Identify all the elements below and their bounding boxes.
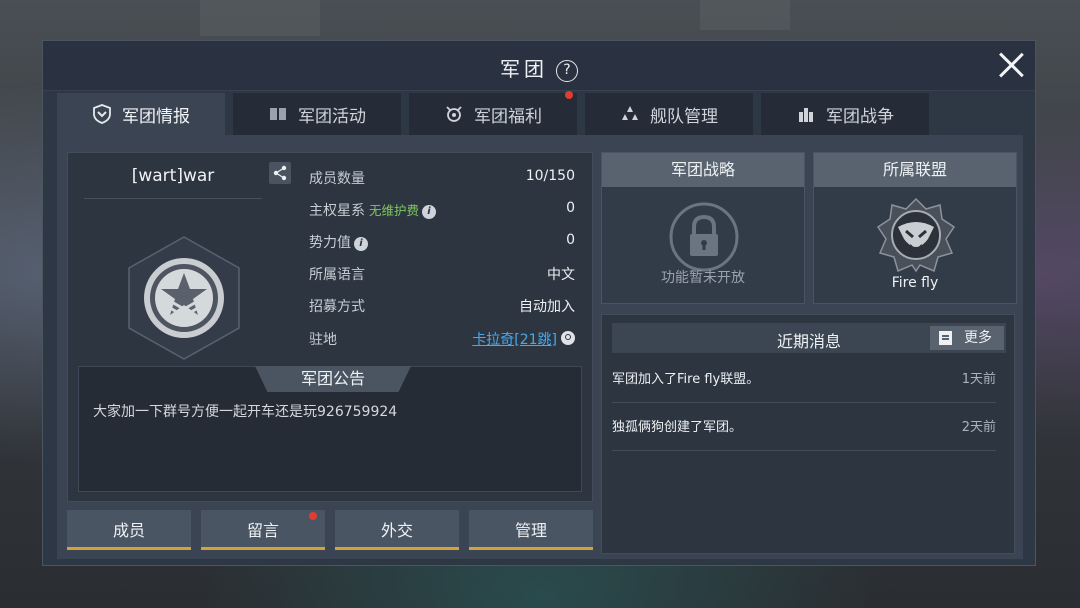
stat-members: 成员数量 10/150	[309, 168, 575, 190]
strategy-caption: 功能暂未开放	[661, 270, 745, 286]
share-icon[interactable]	[269, 162, 291, 184]
sovereign-count: 0	[566, 200, 575, 216]
stat-label: 成员数量	[309, 171, 365, 187]
language-value: 中文	[547, 267, 575, 283]
recruit-mode-value: 自动加入	[519, 299, 575, 315]
castle-icon	[796, 104, 816, 124]
info-icon[interactable]: i	[422, 205, 437, 219]
news-text: 独孤俩狗创建了军团。	[612, 420, 743, 435]
tab-label: 军团战争	[826, 106, 894, 127]
notice-title: 军团公告	[255, 366, 411, 392]
guild-window: 军团? 军团情报 军团活动 军团福利 舰队管理 军团战争 [wart]war 成…	[42, 40, 1036, 566]
recent-news-panel: 近期消息 更多 军团加入了Fire fly联盟。 1天前 独孤俩狗创建了军团。 …	[601, 314, 1015, 554]
base-location-link[interactable]: 卡拉奇[21跳]	[472, 332, 557, 348]
stat-label: 势力值 i	[309, 232, 368, 252]
manage-button[interactable]: 管理	[469, 510, 593, 550]
notification-badge	[309, 512, 317, 520]
location-icon[interactable]	[561, 331, 575, 345]
news-time: 1天前	[961, 372, 996, 387]
guild-emblem	[126, 235, 242, 361]
base-location: 卡拉奇[21跳]	[472, 329, 575, 349]
stat-label-text: 势力值	[309, 235, 351, 251]
button-label: 成员	[112, 520, 145, 540]
tab-label: 舰队管理	[650, 106, 718, 127]
strategy-title: 军团战略	[602, 153, 804, 187]
news-text: 军团加入了Fire fly联盟。	[612, 372, 760, 387]
tab-fleet-management[interactable]: 舰队管理	[585, 93, 753, 135]
stat-label: 驻地	[309, 332, 337, 348]
alliance-name: Fire fly	[891, 275, 939, 291]
guild-strategy-card[interactable]: 军团战略 功能暂未开放	[601, 152, 805, 304]
shield-icon	[92, 104, 112, 124]
guild-info-panel: [wart]war 成员数量 10/150 主权星系 无维护费 i 0 势力值 …	[67, 152, 593, 502]
info-icon[interactable]: i	[354, 237, 368, 251]
more-button[interactable]: 更多	[930, 326, 1004, 350]
guild-notice: 军团公告 大家加一下群号方便一起开车还是玩926759924	[78, 366, 582, 492]
member-count: 10/150	[525, 168, 575, 184]
question-icon[interactable]: ?	[556, 60, 578, 82]
tab-content: [wart]war 成员数量 10/150 主权星系 无维护费 i 0 势力值 …	[57, 135, 1023, 559]
tab-label: 军团福利	[474, 106, 542, 127]
stat-recruit-mode: 招募方式 自动加入	[309, 296, 575, 318]
window-title: 军团?	[43, 53, 1035, 82]
alliance-title: 所属联盟	[814, 153, 1016, 187]
tab-guild-info[interactable]: 军团情报	[57, 93, 225, 135]
stat-base: 驻地 卡拉奇[21跳]	[309, 329, 575, 351]
background-building	[700, 0, 790, 30]
tab-guild-welfare[interactable]: 军团福利	[409, 91, 577, 135]
notice-text: 大家加一下群号方便一起开车还是玩926759924	[93, 404, 398, 420]
window-title-text: 军团	[500, 57, 548, 81]
close-icon[interactable]	[997, 51, 1025, 79]
title-bar: 军团?	[43, 41, 1035, 91]
power-value: 0	[566, 232, 575, 248]
news-time: 2天前	[961, 420, 996, 435]
notification-badge	[565, 91, 573, 99]
members-button[interactable]: 成员	[67, 510, 191, 550]
fleet-icon	[620, 104, 640, 124]
diplomacy-button[interactable]: 外交	[335, 510, 459, 550]
more-label: 更多	[964, 330, 992, 346]
lock-icon	[668, 201, 740, 273]
stat-label: 所属语言	[309, 267, 365, 283]
book-icon	[268, 104, 288, 124]
button-label: 留言	[246, 520, 279, 540]
button-label: 外交	[380, 520, 413, 540]
tab-guild-war[interactable]: 军团战争	[761, 93, 929, 135]
stat-label: 主权星系 无维护费 i	[309, 200, 437, 220]
stat-power: 势力值 i 0	[309, 232, 575, 254]
tab-bar: 军团情报 军团活动 军团福利 舰队管理 军团战争	[57, 91, 937, 135]
alliance-card[interactable]: 所属联盟 Fire fly	[813, 152, 1017, 304]
messages-button[interactable]: 留言	[201, 510, 325, 550]
background-building	[200, 0, 320, 36]
tab-guild-activity[interactable]: 军团活动	[233, 93, 401, 135]
tab-label: 军团情报	[122, 106, 190, 127]
news-header: 近期消息 更多	[612, 323, 1006, 353]
news-item: 独孤俩狗创建了军团。 2天前	[612, 403, 996, 451]
stat-sovereign-systems: 主权星系 无维护费 i 0	[309, 200, 575, 222]
news-item: 军团加入了Fire fly联盟。 1天前	[612, 355, 996, 403]
document-icon	[939, 331, 952, 345]
stat-label-text: 主权星系	[309, 203, 365, 219]
action-buttons: 成员 留言 外交 管理	[67, 510, 593, 550]
maintenance-note: 无维护费	[369, 203, 420, 218]
alliance-emblem-icon	[876, 197, 956, 273]
gift-icon	[444, 104, 464, 124]
guild-name: [wart]war	[84, 161, 262, 199]
button-label: 管理	[514, 520, 547, 540]
tab-label: 军团活动	[298, 106, 366, 127]
stat-label: 招募方式	[309, 299, 365, 315]
stat-language: 所属语言 中文	[309, 264, 575, 286]
